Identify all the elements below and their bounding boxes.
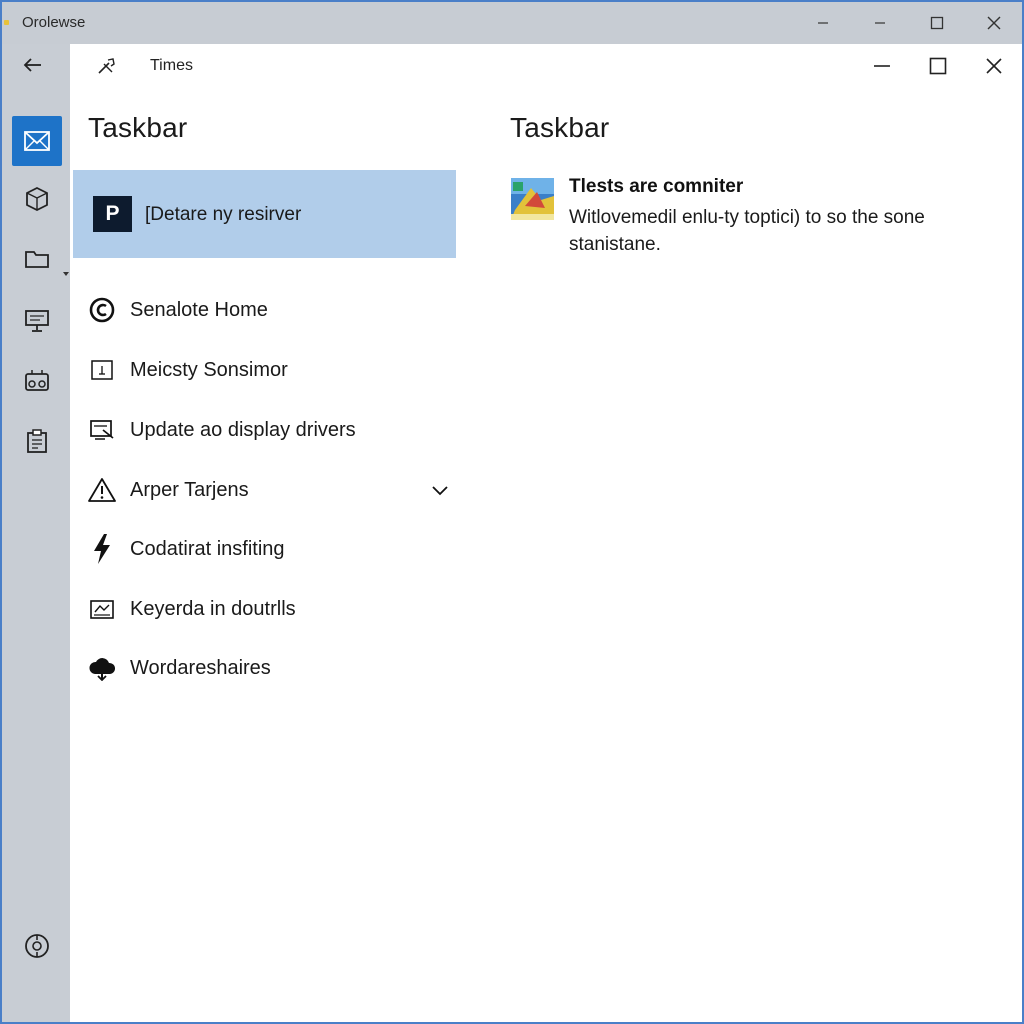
app-icon [4, 20, 9, 25]
rail-item-folder[interactable] [12, 234, 62, 284]
chevron-down-icon[interactable] [430, 480, 450, 500]
circle-c-icon [88, 296, 116, 324]
rail-item-settings[interactable] [12, 921, 62, 971]
selected-nav-item[interactable]: P [Detare ny resirver [73, 170, 456, 258]
minimize-icon [874, 65, 890, 67]
article-title: Tlests are comniter [569, 176, 744, 197]
close-icon [986, 58, 1002, 74]
minimize-icon [817, 22, 828, 24]
rail-item-clipboard[interactable] [12, 416, 62, 466]
nav-item-sensor[interactable]: Meicsty Sonsimor [88, 350, 456, 390]
back-arrow-icon [23, 58, 41, 72]
monitor-icon [25, 310, 49, 332]
left-pane-heading: Taskbar [88, 112, 188, 143]
gear-icon [25, 934, 49, 958]
rail-item-package[interactable] [12, 174, 62, 224]
content-area: Times Taskbar Taskbar P [Detare ny resir… [70, 44, 1022, 1022]
maximize-icon [930, 16, 943, 30]
back-button[interactable] [16, 52, 50, 78]
display-driver-icon [88, 416, 116, 444]
inner-title-bar: Times [70, 44, 1022, 88]
nav-item-label: Arper Tarjens [130, 478, 249, 501]
outer-window-controls [794, 2, 1022, 44]
app-window: Orolewse Times Taskbar Taskbar P [Detare… [0, 0, 1024, 1024]
nav-item-label: Update ao display drivers [130, 418, 356, 441]
outer-close-button[interactable] [965, 2, 1022, 44]
mail-icon [24, 131, 50, 151]
warning-icon [88, 476, 116, 504]
nav-item-display-drivers[interactable]: Update ao display drivers [88, 410, 456, 450]
p-badge-icon: P [93, 196, 132, 232]
maximize-icon [929, 57, 947, 75]
expand-caret-icon [63, 272, 69, 276]
cloud-share-icon [88, 654, 116, 682]
folder-icon [25, 251, 49, 268]
nav-item-home[interactable]: Senalote Home [88, 290, 456, 330]
inner-minimize-button[interactable] [854, 44, 910, 88]
selected-nav-item-label: [Detare ny resirver [145, 204, 302, 225]
minimize-icon [874, 22, 885, 24]
nav-item-label: Wordareshaires [130, 656, 271, 679]
nav-item-label: Meicsty Sonsimor [130, 358, 288, 381]
keyboard-icon [88, 595, 116, 623]
devices-icon [25, 370, 49, 391]
inner-maximize-button[interactable] [910, 44, 966, 88]
clipboard-icon [27, 429, 47, 453]
nav-item-troubleshoot[interactable]: Arper Tarjens [88, 470, 456, 510]
tools-icon [96, 56, 118, 76]
nav-item-sharing[interactable]: Wordareshaires [88, 648, 456, 688]
rail-item-mail[interactable] [12, 116, 62, 166]
nav-item-label: Codatirat insfiting [130, 537, 285, 560]
outer-title-bar: Orolewse [2, 2, 1022, 44]
right-pane-heading: Taskbar [510, 112, 610, 143]
lightning-icon [88, 534, 116, 564]
nav-item-label: Senalote Home [130, 298, 268, 321]
article-thumbnail [511, 178, 554, 220]
close-icon [987, 16, 1000, 30]
left-rail [2, 44, 70, 1022]
outer-window-title: Orolewse [22, 14, 86, 31]
outer-minimize-button-2[interactable] [851, 2, 908, 44]
outer-maximize-button[interactable] [908, 2, 965, 44]
outer-minimize-button[interactable] [794, 2, 851, 44]
inner-window-controls [854, 44, 1022, 88]
small-box-icon [88, 356, 116, 384]
inner-close-button[interactable] [966, 44, 1022, 88]
nav-item-label: Keyerda in doutrlls [130, 597, 296, 620]
inner-window-title: Times [150, 57, 193, 74]
nav-item-power[interactable]: Codatirat insfiting [88, 529, 456, 569]
article-body: Witlovemedil enlu-ty toptici) to so the … [569, 207, 925, 255]
rail-item-display[interactable] [12, 296, 62, 346]
nav-item-keyboard[interactable]: Keyerda in doutrlls [88, 589, 456, 629]
rail-item-devices[interactable] [12, 356, 62, 406]
package-icon [26, 186, 48, 212]
